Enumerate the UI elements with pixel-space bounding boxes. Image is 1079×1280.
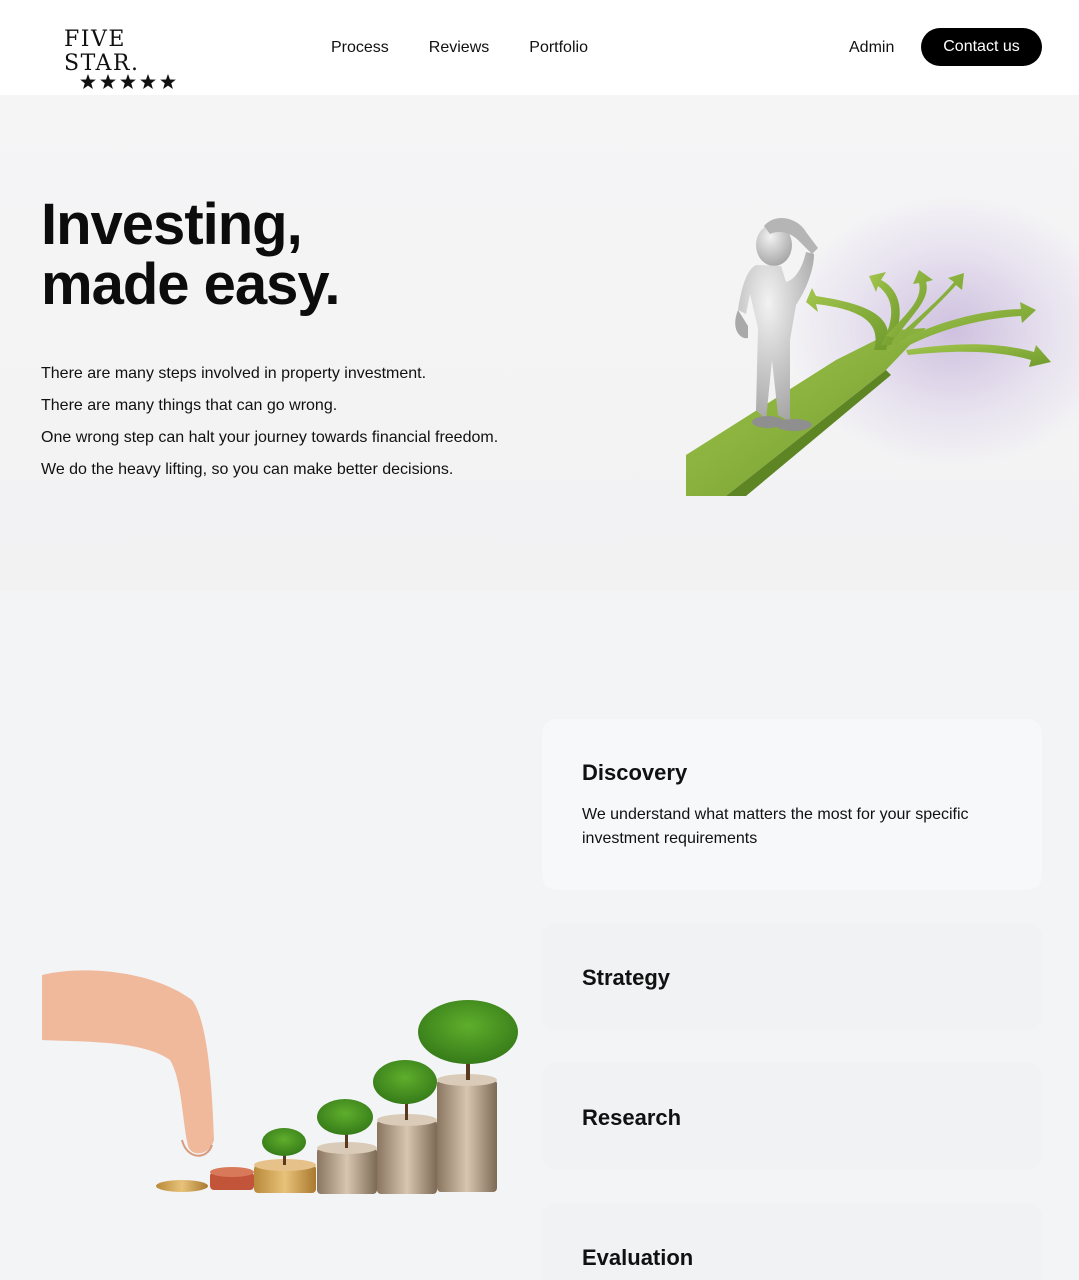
process-card-strategy[interactable]: Strategy <box>542 923 1042 1030</box>
main-nav: Process Reviews Portfolio <box>331 38 588 58</box>
hero-line: We do the heavy lifting, so you can make… <box>41 461 454 478</box>
hero-line: There are many steps involved in propert… <box>41 365 427 382</box>
star-icon <box>80 74 96 89</box>
process-card-evaluation[interactable]: Evaluation <box>542 1203 1042 1280</box>
hero-description: There are many steps involved in propert… <box>41 358 498 486</box>
hero-line: There are many things that can go wrong. <box>41 397 338 414</box>
process-card-research[interactable]: Research <box>542 1063 1042 1170</box>
process-card-title: Evaluation <box>582 1245 694 1270</box>
hand-icon <box>42 970 214 1154</box>
process-card-description: We understand what matters the most for … <box>582 806 969 847</box>
contact-us-button[interactable]: Contact us <box>921 28 1042 66</box>
admin-link[interactable]: Admin <box>849 38 894 58</box>
hero-title-line: Investing, <box>41 192 303 257</box>
star-icon <box>100 74 116 89</box>
hero-title-line: made easy. <box>41 252 340 317</box>
hero-title: Investing, made easy. <box>41 192 340 317</box>
brand-name: FIVE STAR. <box>64 27 140 76</box>
process-card-title: Strategy <box>582 965 671 990</box>
nav-link-process[interactable]: Process <box>331 38 389 58</box>
brand-stars <box>80 74 200 89</box>
star-icon <box>120 74 136 89</box>
brand-logo[interactable]: FIVE STAR. <box>64 28 200 89</box>
process-card-title: Research <box>582 1105 682 1130</box>
hero-line: One wrong step can halt your journey tow… <box>41 429 499 446</box>
process-card-title: Discovery <box>582 760 688 785</box>
site-header: FIVE STAR. Process Reviews Portfolio Adm… <box>0 0 1079 95</box>
crossroads-illustration <box>686 218 1051 496</box>
process-card-discovery[interactable]: Discovery We understand what matters the… <box>542 719 1042 890</box>
growing-coins-illustration <box>42 970 518 1194</box>
star-icon <box>160 74 176 89</box>
star-icon <box>140 74 156 89</box>
nav-link-reviews[interactable]: Reviews <box>429 38 489 58</box>
nav-link-portfolio[interactable]: Portfolio <box>529 38 588 58</box>
